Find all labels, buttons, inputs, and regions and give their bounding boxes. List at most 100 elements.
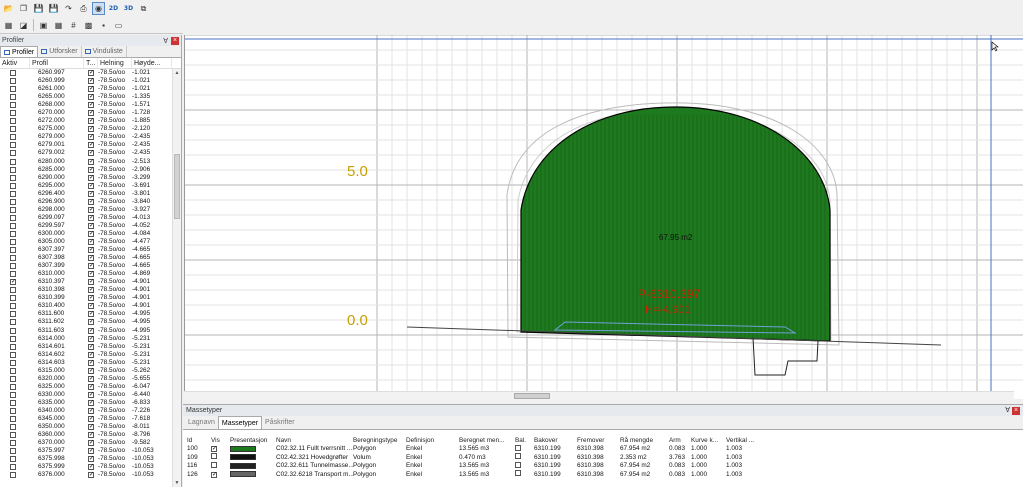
table-row[interactable]: 6314.000 ✓ -78.5o/oo -5.231 [0, 335, 172, 343]
presentation-swatch[interactable] [230, 462, 256, 469]
visible-checkbox[interactable]: ✓ [88, 327, 94, 334]
table-row[interactable]: 6325.000 ✓ -78.5o/oo -6.047 [0, 383, 172, 391]
visible-checkbox[interactable]: ✓ [88, 456, 94, 463]
scroll-up-icon[interactable]: ▲ [174, 70, 180, 76]
visible-checkbox[interactable]: ✓ [88, 375, 94, 382]
aktiv-checkbox[interactable] [10, 158, 16, 165]
visible-checkbox[interactable]: ✓ [88, 448, 94, 455]
table-row[interactable]: 6272.000 ✓ -78.5o/oo -1.885 [0, 117, 172, 125]
copy-icon[interactable]: ❐ [17, 2, 30, 15]
visible-checkbox[interactable]: ✓ [88, 158, 94, 165]
aktiv-checkbox[interactable] [10, 432, 16, 439]
visible-checkbox[interactable]: ✓ [88, 86, 94, 93]
visible-checkbox[interactable]: ✓ [88, 440, 94, 447]
table-row[interactable]: 6279.002 ✓ -78.5o/oo -2.435 [0, 149, 172, 157]
table-row[interactable]: 6298.000 ✓ -78.5o/oo -3.927 [0, 206, 172, 214]
aktiv-checkbox[interactable] [10, 319, 16, 326]
table-row[interactable]: 116 C02.32.611 Tunnelmasse... Polygon Enkel… [183, 461, 1023, 471]
visible-checkbox[interactable]: ✓ [88, 407, 94, 414]
profile-icon[interactable]: ▦ [2, 19, 15, 32]
table-row[interactable]: 6307.397 ✓ -78.5o/oo -4.665 [0, 246, 172, 254]
folder-icon[interactable]: ◪ [17, 19, 30, 32]
table-row[interactable]: 6296.900 ✓ -78.5o/oo -3.840 [0, 198, 172, 206]
aktiv-checkbox[interactable] [10, 70, 16, 77]
table-row[interactable]: 6311.600 ✓ -78.5o/oo -4.995 [0, 310, 172, 318]
tab-paskrifter[interactable]: Påskrifter [262, 416, 298, 429]
visible-checkbox[interactable]: ✓ [88, 399, 94, 406]
col-id[interactable]: Id [183, 437, 211, 444]
aktiv-checkbox[interactable] [10, 375, 16, 382]
table-row[interactable]: 6360.000 ✓ -78.5o/oo -8.796 [0, 431, 172, 439]
vis-checkbox[interactable]: ✓ [211, 471, 217, 478]
close-icon[interactable]: × [171, 36, 179, 45]
col-definisjon[interactable]: Definisjon [406, 437, 459, 444]
visible-checkbox[interactable]: ✓ [88, 319, 94, 326]
table-row[interactable]: 6299.097 ✓ -78.5o/oo -4.013 [0, 214, 172, 222]
aktiv-checkbox[interactable]: ✓ [10, 279, 16, 286]
aktiv-checkbox[interactable] [10, 118, 16, 125]
col-vertikal[interactable]: Vertikal ... [726, 437, 766, 444]
table-row[interactable]: 6375.999 ✓ -78.5o/oo -10.053 [0, 463, 172, 471]
visible-checkbox[interactable]: ✓ [88, 126, 94, 133]
aktiv-checkbox[interactable] [10, 263, 16, 270]
aktiv-checkbox[interactable] [10, 351, 16, 358]
table-row[interactable]: 6376.000 ✓ -78.5o/oo -10.053 [0, 471, 172, 479]
visible-checkbox[interactable]: ✓ [88, 110, 94, 117]
table-row[interactable]: 6311.603 ✓ -78.5o/oo -4.995 [0, 327, 172, 335]
col-beregningstype[interactable]: Beregningstype [353, 437, 406, 444]
save-as-icon[interactable]: 💾 [47, 2, 60, 15]
aktiv-checkbox[interactable] [10, 448, 16, 455]
table-row[interactable]: 6265.000 ✓ -78.5o/oo -1.335 [0, 93, 172, 101]
visible-checkbox[interactable]: ✓ [88, 214, 94, 221]
visible-checkbox[interactable]: ✓ [88, 255, 94, 262]
table-row[interactable]: 100 ✓ C02.32.11 Fullt tverrsnitt ... Polygo… [183, 444, 1023, 454]
table-row[interactable]: 6268.000 ✓ -78.5o/oo -1.571 [0, 101, 172, 109]
table-row[interactable]: 6280.000 ✓ -78.5o/oo -2.513 [0, 158, 172, 166]
visible-checkbox[interactable]: ✓ [88, 343, 94, 350]
monitor-icon[interactable]: ▭ [112, 19, 125, 32]
aktiv-checkbox[interactable] [10, 134, 16, 141]
aktiv-checkbox[interactable] [10, 335, 16, 342]
col-vis[interactable]: Vis [211, 437, 230, 444]
bal-checkbox[interactable] [515, 444, 521, 451]
aktiv-checkbox[interactable] [10, 239, 16, 245]
visible-checkbox[interactable]: ✓ [88, 424, 94, 431]
measure-icon[interactable]: ▪ [97, 19, 110, 32]
col-profil[interactable]: Profil [30, 58, 84, 68]
table-row[interactable]: 6307.399 ✓ -78.5o/oo -4.665 [0, 262, 172, 270]
bal-checkbox[interactable] [515, 461, 521, 468]
aktiv-checkbox[interactable] [10, 327, 16, 334]
table-row[interactable]: 6320.000 ✓ -78.5o/oo -5.655 [0, 375, 172, 383]
col-ra-mengde[interactable]: Rå mengde [620, 437, 669, 444]
visible-checkbox[interactable]: ✓ [88, 174, 94, 181]
tab-vinduliste[interactable]: Vinduliste [82, 46, 127, 57]
table-row[interactable]: 6335.000 ✓ -78.5o/oo -6.833 [0, 399, 172, 407]
aktiv-checkbox[interactable] [10, 343, 16, 350]
scroll-down-icon[interactable]: ▼ [174, 480, 180, 486]
table-row[interactable]: 6270.000 ✓ -78.5o/oo -1.728 [0, 109, 172, 117]
visible-checkbox[interactable]: ✓ [88, 359, 94, 366]
aktiv-checkbox[interactable] [10, 456, 16, 463]
visible-checkbox[interactable]: ✓ [88, 70, 94, 77]
aktiv-checkbox[interactable] [10, 359, 16, 366]
visible-checkbox[interactable]: ✓ [88, 472, 94, 479]
visible-checkbox[interactable]: ✓ [88, 190, 94, 197]
vis-checkbox[interactable]: ✓ [211, 446, 217, 453]
col-arm[interactable]: Arm [669, 437, 691, 444]
col-presentasjon[interactable]: Presentasjon [230, 437, 276, 444]
table-row[interactable]: 6300.000 ✓ -78.5o/oo -4.084 [0, 230, 172, 238]
aktiv-checkbox[interactable] [10, 94, 16, 101]
aktiv-checkbox[interactable] [10, 142, 16, 149]
table-row[interactable]: 6260.999 ✓ -78.5o/oo -1.021 [0, 77, 172, 85]
visible-checkbox[interactable]: ✓ [88, 367, 94, 374]
visible-checkbox[interactable]: ✓ [88, 311, 94, 318]
col-kurve[interactable]: Kurve k... [691, 437, 726, 444]
aktiv-checkbox[interactable] [10, 78, 16, 85]
table-row[interactable]: 6295.000 ✓ -78.5o/oo -3.691 [0, 182, 172, 190]
col-bal[interactable]: Bal. [515, 437, 534, 444]
aktiv-checkbox[interactable] [10, 295, 16, 302]
table-row[interactable]: 6310.400 ✓ -78.5o/oo -4.901 [0, 302, 172, 310]
table-row[interactable]: 6279.001 ✓ -78.5o/oo -2.435 [0, 141, 172, 149]
tab-massetyper[interactable]: Massetyper [217, 416, 263, 429]
aktiv-checkbox[interactable] [10, 287, 16, 294]
